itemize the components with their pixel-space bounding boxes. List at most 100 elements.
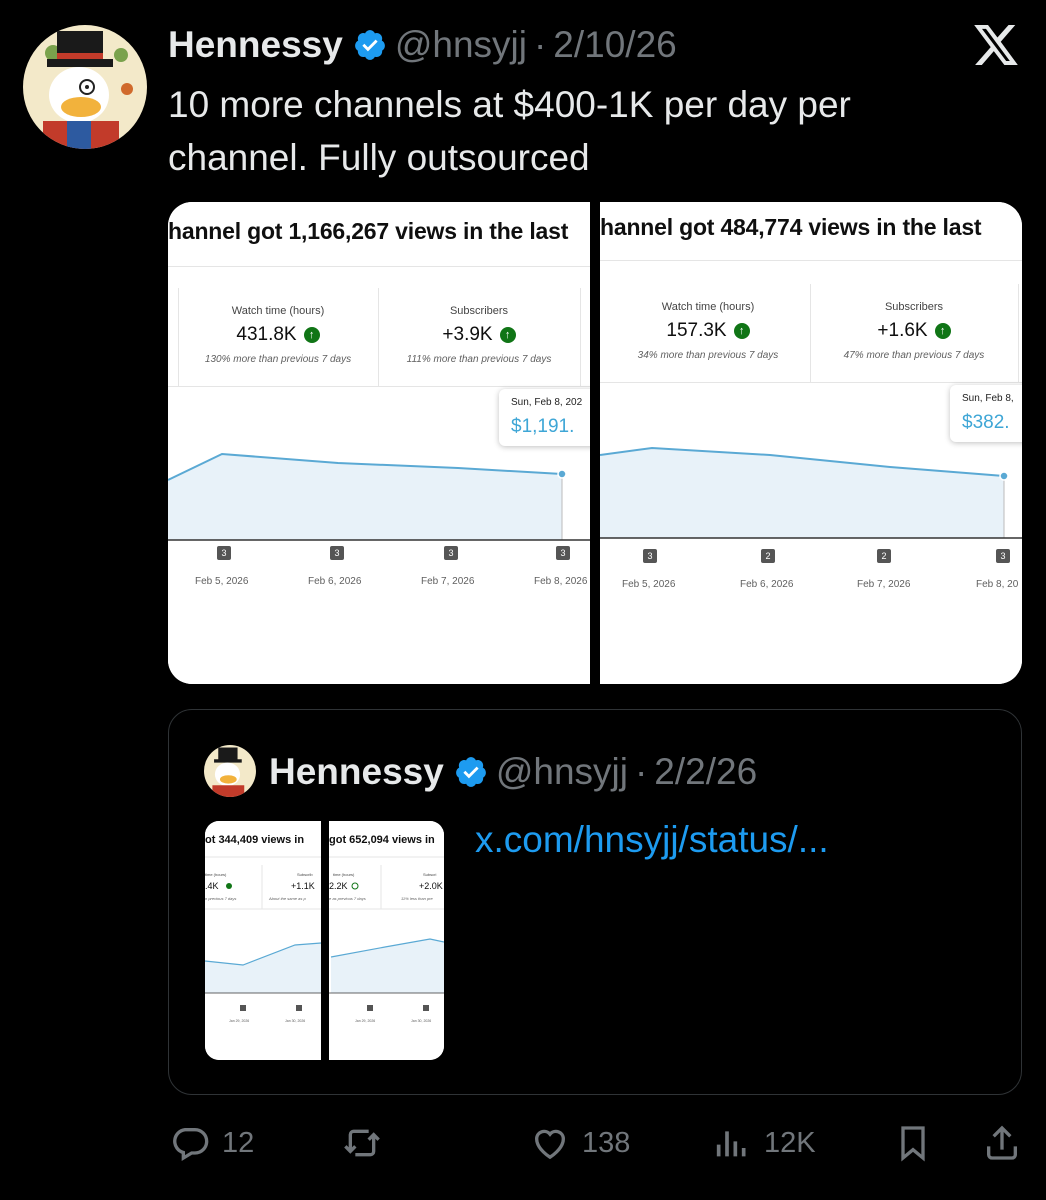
metric-subscribers: Subscribers +1.6K ↑ 47% more than previou… <box>812 301 1016 361</box>
views-button[interactable]: 12K <box>712 1115 816 1171</box>
retweet-icon <box>344 1129 380 1157</box>
divider-line <box>168 266 590 267</box>
x-axis-label: Jan 30, 2026 <box>285 1019 305 1023</box>
separator-dot: · <box>533 24 547 65</box>
metric-note: 130% more than previous 7 days <box>204 354 352 365</box>
image-divider <box>321 821 329 1060</box>
verified-badge-icon <box>455 757 486 787</box>
divider-line <box>168 386 590 387</box>
chart-point <box>557 469 567 479</box>
video-count-badge <box>367 1005 373 1011</box>
metric-label: Watch time (hours) <box>661 301 755 313</box>
metric-number: +3.9K <box>442 324 493 345</box>
divider-line <box>580 288 581 386</box>
video-count-badge: 3 <box>996 549 1010 563</box>
image-divider <box>590 202 600 684</box>
thumb-metric-value: .4K <box>205 881 219 891</box>
thumb-metric-value: +1.1K <box>291 881 315 891</box>
thumb-metric-label: time (hours) <box>205 872 227 877</box>
metric-number: 431.8K <box>236 324 297 345</box>
author-handle[interactable]: @hnsyjj <box>395 24 527 66</box>
views-count: 12K <box>764 1126 816 1159</box>
metric-value: 431.8K ↑ <box>180 324 376 346</box>
video-count-badge: 3 <box>556 546 570 560</box>
metric-value: +1.6K ↑ <box>812 320 1016 342</box>
reply-button[interactable]: 12 <box>170 1115 254 1171</box>
bookmark-button[interactable] <box>893 1115 933 1171</box>
arrow-up-icon <box>226 883 232 889</box>
thumb-metric-value: 2.2K <box>329 881 348 891</box>
divider-line <box>178 288 179 386</box>
quoted-status-link[interactable]: x.com/hnsyjj/status/... <box>475 819 829 861</box>
metric-value: 157.3K ↑ <box>608 320 808 342</box>
metric-label: Subscribers <box>884 301 944 313</box>
x-axis-label: Feb 8, 20 <box>976 579 1019 590</box>
separator-dot: · <box>634 751 648 792</box>
divider-line <box>600 382 1022 383</box>
chart-tooltip: Sun, Feb 8, $382. <box>950 385 1022 442</box>
chart-point <box>999 471 1009 481</box>
metric-subscribers: Subscribers +3.9K ↑ 111% more than previo… <box>380 305 578 365</box>
arrow-up-icon: ↑ <box>303 327 320 343</box>
revenue-chart <box>600 446 1022 539</box>
video-count-badge <box>240 1005 246 1011</box>
metric-watch-time: Watch time (hours) 431.8K ↑ 130% more tha… <box>180 305 376 365</box>
chart-area <box>600 448 1004 538</box>
x-axis-label: Feb 7, 2026 <box>421 576 475 587</box>
revenue-chart <box>168 452 590 541</box>
video-count-badge: 3 <box>330 546 344 560</box>
post-date[interactable]: 2/10/26 <box>553 24 676 66</box>
video-count-badge: 2 <box>761 549 775 563</box>
video-count-badge <box>423 1005 429 1011</box>
media-panel-left: hannel got 1,166,267 views in the last W… <box>168 202 590 684</box>
author-avatar[interactable] <box>23 25 147 149</box>
thumb-metric-note: e as previous 7 days <box>329 896 366 901</box>
quoted-author-handle[interactable]: @hnsyjj <box>496 751 628 793</box>
action-bar: 12 138 12K <box>0 1115 1046 1171</box>
chart-tooltip: Sun, Feb 8, 202 $1,191. <box>499 389 590 446</box>
tooltip-date: Sun, Feb 8, <box>962 393 1014 404</box>
quoted-author-avatar[interactable] <box>204 745 256 797</box>
like-button[interactable]: 138 <box>530 1115 630 1171</box>
thumb-metric-note: n previous 7 days <box>205 896 236 901</box>
author-name[interactable]: Hennessy <box>168 24 343 66</box>
metric-label: Watch time (hours) <box>231 305 325 317</box>
quoted-post[interactable]: Hennessy @hnsyjj · 2/2/26 ot 344,409 vie… <box>168 709 1022 1095</box>
x-axis-label: Feb 7, 2026 <box>857 579 911 590</box>
metric-number: 157.3K <box>666 320 727 341</box>
like-icon <box>534 1129 566 1160</box>
metric-label: Subscribers <box>449 305 509 317</box>
thumb-title: got 652,094 views in <box>329 834 435 846</box>
video-count-badge: 3 <box>217 546 231 560</box>
share-button[interactable] <box>982 1115 1022 1171</box>
tooltip-value: $382. <box>962 412 1010 433</box>
divider-line <box>378 288 379 386</box>
metric-note: 111% more than previous 7 days <box>406 354 552 365</box>
verified-badge-icon <box>354 30 385 60</box>
video-count-badge: 3 <box>444 546 458 560</box>
metric-value: +3.9K ↑ <box>380 324 578 346</box>
tooltip-value: $1,191. <box>511 416 575 437</box>
thumb-metric-note: About the same as p <box>268 896 306 901</box>
tooltip-date: Sun, Feb 8, 202 <box>511 397 583 408</box>
reply-icon <box>173 1128 209 1161</box>
x-axis-label: Jan 30, 2026 <box>411 1019 431 1023</box>
quoted-media-thumbnail[interactable]: ot 344,409 views in got 652,094 views in… <box>205 821 444 1060</box>
bookmark-icon <box>901 1126 925 1162</box>
panel-title: hannel got 484,774 views in the last <box>600 214 982 240</box>
quoted-post-date[interactable]: 2/2/26 <box>654 751 757 793</box>
post-media[interactable]: hannel got 1,166,267 views in the last W… <box>168 202 1022 684</box>
arrow-up-icon: ↑ <box>934 323 951 339</box>
x-axis-label: Jan 29, 2026 <box>355 1019 375 1023</box>
retweet-button[interactable] <box>342 1115 394 1171</box>
thumb-metric-value: +2.0K <box>419 881 443 891</box>
thumb-title: ot 344,409 views in <box>205 834 304 846</box>
arrow-up-icon: ↑ <box>733 323 750 339</box>
quoted-post-header: Hennessy @hnsyjj · 2/2/26 <box>269 750 757 794</box>
post-text: 10 more channels at $400-1K per day per … <box>168 84 851 178</box>
video-count-badge: 2 <box>877 549 891 563</box>
share-icon <box>987 1125 1017 1160</box>
metric-watch-time: Watch time (hours) 157.3K ↑ 34% more than… <box>608 301 808 361</box>
quoted-author-name[interactable]: Hennessy <box>269 751 444 793</box>
video-count-badge: 3 <box>643 549 657 563</box>
